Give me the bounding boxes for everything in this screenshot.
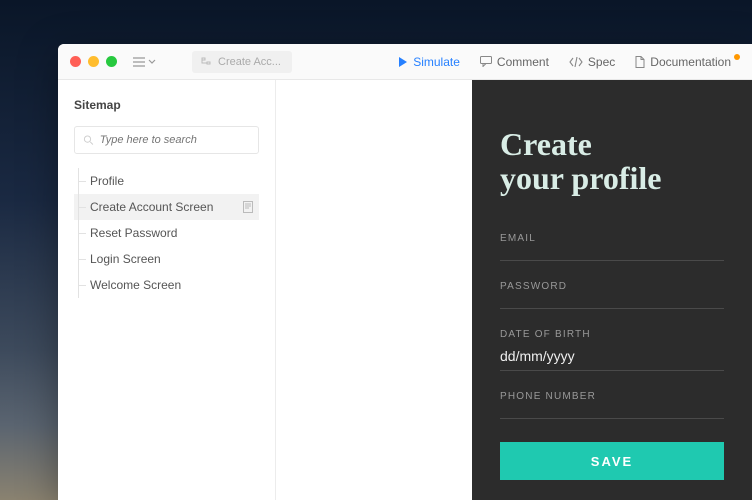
breadcrumb-label: Create Acc... [218, 56, 281, 68]
titlebar: Create Acc... Simulate Comment Spec Docu… [58, 44, 752, 80]
underline [500, 370, 724, 371]
menu-button[interactable] [133, 57, 156, 67]
password-field[interactable]: PASSWORD [500, 281, 724, 309]
window-controls [70, 56, 117, 67]
notification-dot-icon [734, 54, 740, 60]
hamburger-icon [133, 57, 145, 67]
play-icon [398, 57, 408, 67]
preview-panel: Create your profile EMAIL PASSWORD DATE … [472, 80, 752, 500]
search-input[interactable] [100, 134, 250, 146]
search-box[interactable] [74, 126, 259, 154]
underline [500, 308, 724, 309]
preview-heading: Create your profile [500, 128, 724, 195]
comment-button[interactable]: Comment [480, 55, 549, 69]
sitemap-item-welcome[interactable]: Welcome Screen [74, 272, 259, 298]
dob-field[interactable]: DATE OF BIRTH dd/mm/yyyy [500, 329, 724, 371]
page-icon [243, 201, 253, 213]
simulate-label: Simulate [413, 55, 460, 69]
app-window: Create Acc... Simulate Comment Spec Docu… [58, 44, 752, 500]
maximize-window-button[interactable] [106, 56, 117, 67]
underline [500, 260, 724, 261]
dob-label: DATE OF BIRTH [500, 329, 724, 340]
email-field[interactable]: EMAIL [500, 233, 724, 261]
document-icon [635, 56, 645, 68]
phone-label: PHONE NUMBER [500, 391, 724, 402]
email-label: EMAIL [500, 233, 724, 244]
body: Sitemap Profile Create Account Screen Re… [58, 80, 752, 500]
documentation-label: Documentation [650, 55, 731, 69]
heading-line-2: your profile [500, 160, 661, 196]
sidebar-title: Sitemap [74, 98, 259, 112]
sidebar: Sitemap Profile Create Account Screen Re… [58, 80, 276, 500]
sitemap-item-label: Reset Password [90, 226, 177, 240]
comment-icon [480, 56, 492, 67]
canvas[interactable]: Create your profile EMAIL PASSWORD DATE … [276, 80, 752, 500]
code-icon [569, 57, 583, 67]
comment-label: Comment [497, 55, 549, 69]
dob-value: dd/mm/yyyy [500, 346, 724, 364]
chevron-down-icon [148, 59, 156, 64]
documentation-button[interactable]: Documentation [635, 55, 740, 69]
breadcrumb[interactable]: Create Acc... [192, 51, 292, 73]
sitemap-item-label: Login Screen [90, 252, 161, 266]
sitemap-item-label: Profile [90, 174, 124, 188]
minimize-window-button[interactable] [88, 56, 99, 67]
spec-label: Spec [588, 55, 615, 69]
close-window-button[interactable] [70, 56, 81, 67]
sitemap-item-profile[interactable]: Profile [74, 168, 259, 194]
sitemap-item-label: Welcome Screen [90, 278, 181, 292]
sitemap-item-login[interactable]: Login Screen [74, 246, 259, 272]
save-button[interactable]: SAVE [500, 442, 724, 480]
hierarchy-icon [200, 56, 212, 68]
heading-line-1: Create [500, 126, 592, 162]
password-label: PASSWORD [500, 281, 724, 292]
toolbar: Simulate Comment Spec Documentation [398, 55, 740, 69]
sitemap-item-create-account[interactable]: Create Account Screen [74, 194, 259, 220]
sitemap-item-label: Create Account Screen [90, 200, 213, 214]
save-label: SAVE [591, 454, 633, 469]
spec-button[interactable]: Spec [569, 55, 615, 69]
phone-field[interactable]: PHONE NUMBER [500, 391, 724, 419]
underline [500, 418, 724, 419]
search-icon [83, 134, 94, 146]
simulate-button[interactable]: Simulate [398, 55, 460, 69]
sitemap-item-reset-password[interactable]: Reset Password [74, 220, 259, 246]
sitemap-tree: Profile Create Account Screen Reset Pass… [74, 168, 259, 298]
